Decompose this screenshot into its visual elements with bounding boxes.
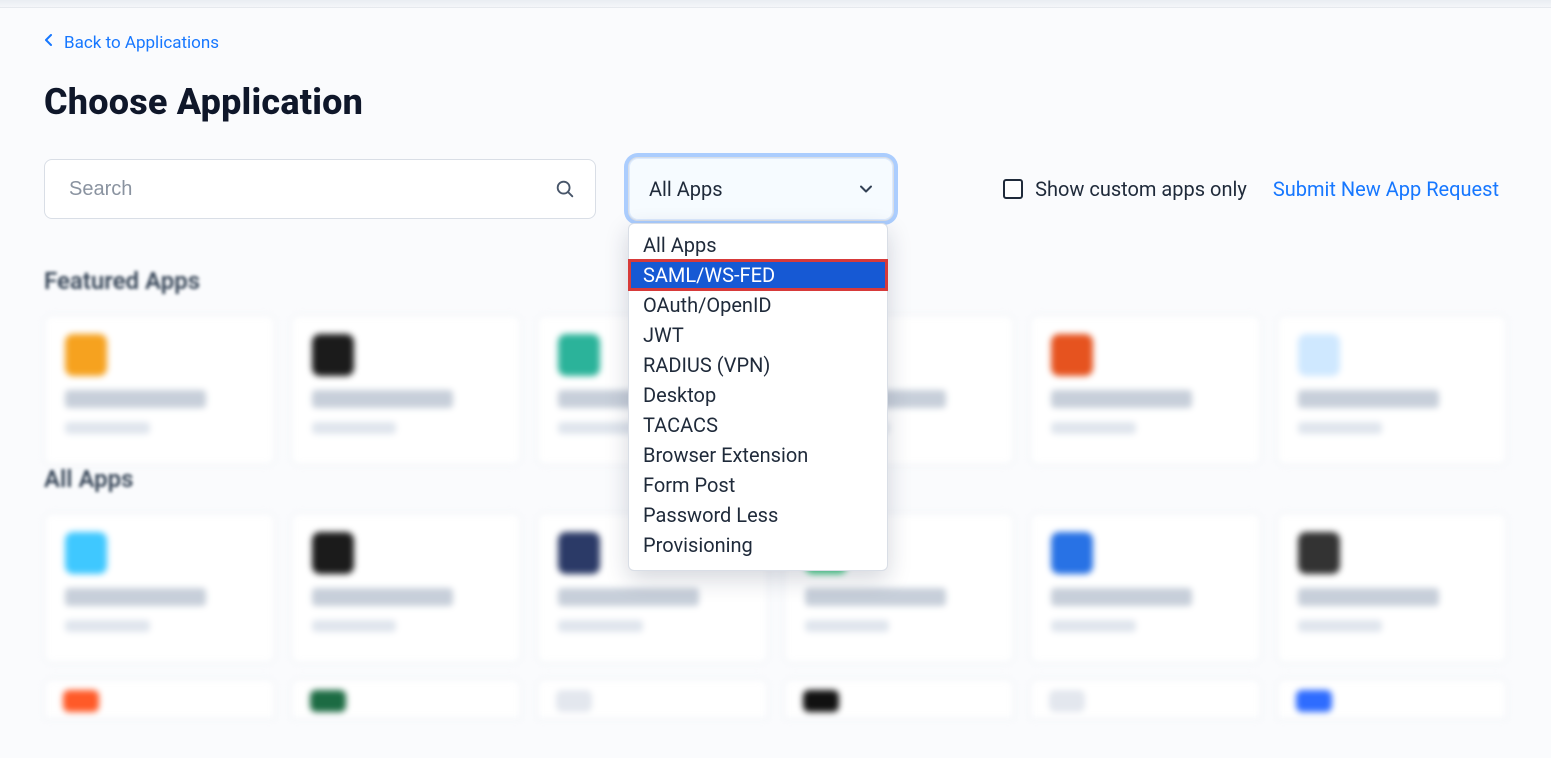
app-subtitle-placeholder <box>1051 422 1136 434</box>
app-title-placeholder <box>312 588 453 606</box>
filter-dropdown-menu: All Apps SAML/WS-FED OAuth/OpenID JWT RA… <box>628 223 888 571</box>
app-card[interactable] <box>1030 513 1261 663</box>
filter-option-tacacs[interactable]: TACACS <box>629 410 887 440</box>
app-logo-icon <box>312 334 354 376</box>
app-subtitle-placeholder <box>1298 620 1383 632</box>
app-card[interactable] <box>537 679 768 719</box>
app-logo-icon <box>63 690 99 712</box>
filter-option-form-post[interactable]: Form Post <box>629 470 887 500</box>
right-controls: Show custom apps only Submit New App Req… <box>926 177 1507 201</box>
filter-option-oauth-openid[interactable]: OAuth/OpenID <box>629 290 887 320</box>
app-card[interactable] <box>784 679 1015 719</box>
window-top-gradient <box>0 0 1551 8</box>
app-title-placeholder <box>1298 390 1439 408</box>
app-card[interactable] <box>1277 315 1508 465</box>
app-logo-icon <box>1049 690 1085 712</box>
filter-option-desktop[interactable]: Desktop <box>629 380 887 410</box>
chevron-down-icon <box>857 180 875 198</box>
app-subtitle-placeholder <box>65 422 150 434</box>
app-card[interactable] <box>291 315 522 465</box>
app-logo-icon <box>1296 690 1332 712</box>
breadcrumb-label: Back to Applications <box>64 33 219 53</box>
app-subtitle-placeholder <box>558 620 643 632</box>
app-card[interactable] <box>1030 679 1261 719</box>
app-logo-icon <box>558 334 600 376</box>
app-card[interactable] <box>291 513 522 663</box>
custom-apps-only-label: Show custom apps only <box>1035 177 1247 201</box>
app-type-filter: All Apps All Apps SAML/WS-FED OAuth/Open… <box>628 157 894 221</box>
filter-option-radius-vpn[interactable]: RADIUS (VPN) <box>629 350 887 380</box>
filter-option-jwt[interactable]: JWT <box>629 320 887 350</box>
filter-option-all-apps[interactable]: All Apps <box>629 230 887 260</box>
search-icon[interactable] <box>553 177 577 201</box>
app-title-placeholder <box>65 588 206 606</box>
app-subtitle-placeholder <box>1051 620 1136 632</box>
app-subtitle-placeholder <box>312 422 397 434</box>
app-card[interactable] <box>44 315 275 465</box>
app-title-placeholder <box>65 390 206 408</box>
app-logo-icon <box>556 690 592 712</box>
app-subtitle-placeholder <box>65 620 150 632</box>
page-content: Back to Applications Choose Application … <box>0 8 1551 719</box>
filter-option-saml-ws-fed[interactable]: SAML/WS-FED <box>629 260 887 290</box>
app-title-placeholder <box>1051 390 1192 408</box>
app-subtitle-placeholder <box>312 620 397 632</box>
app-logo-icon <box>1051 532 1093 574</box>
filter-select[interactable]: All Apps <box>628 157 894 221</box>
app-title-placeholder <box>312 390 453 408</box>
app-title-placeholder <box>805 588 946 606</box>
chevron-left-icon <box>44 34 54 50</box>
search-input[interactable] <box>67 177 553 202</box>
app-logo-icon <box>312 532 354 574</box>
controls-row: All Apps All Apps SAML/WS-FED OAuth/Open… <box>44 157 1507 221</box>
app-subtitle-placeholder <box>1298 422 1383 434</box>
filter-option-provisioning[interactable]: Provisioning <box>629 530 887 560</box>
app-logo-icon <box>1051 334 1093 376</box>
app-subtitle-placeholder <box>805 620 890 632</box>
app-logo-icon <box>65 334 107 376</box>
filter-option-password-less[interactable]: Password Less <box>629 500 887 530</box>
submit-new-app-request-link[interactable]: Submit New App Request <box>1273 177 1499 201</box>
show-custom-apps-only-checkbox[interactable]: Show custom apps only <box>1003 177 1247 201</box>
app-title-placeholder <box>558 588 699 606</box>
app-card[interactable] <box>44 679 275 719</box>
checkbox-box-icon <box>1003 179 1023 199</box>
app-title-placeholder <box>1051 588 1192 606</box>
app-card[interactable] <box>291 679 522 719</box>
app-card[interactable] <box>1277 679 1508 719</box>
app-logo-icon <box>803 690 839 712</box>
app-title-placeholder <box>1298 588 1439 606</box>
all-apps-row-peek <box>44 679 1507 719</box>
page-title: Choose Application <box>44 81 1507 123</box>
app-logo-icon <box>558 532 600 574</box>
filter-selected-label: All Apps <box>649 177 723 201</box>
app-logo-icon <box>1298 334 1340 376</box>
app-logo-icon <box>310 690 346 712</box>
app-card[interactable] <box>1277 513 1508 663</box>
back-to-applications-link[interactable]: Back to Applications <box>44 33 219 53</box>
search-container <box>44 159 596 219</box>
app-logo-icon <box>65 532 107 574</box>
filter-option-browser-extension[interactable]: Browser Extension <box>629 440 887 470</box>
app-card[interactable] <box>1030 315 1261 465</box>
app-card[interactable] <box>44 513 275 663</box>
app-logo-icon <box>1298 532 1340 574</box>
